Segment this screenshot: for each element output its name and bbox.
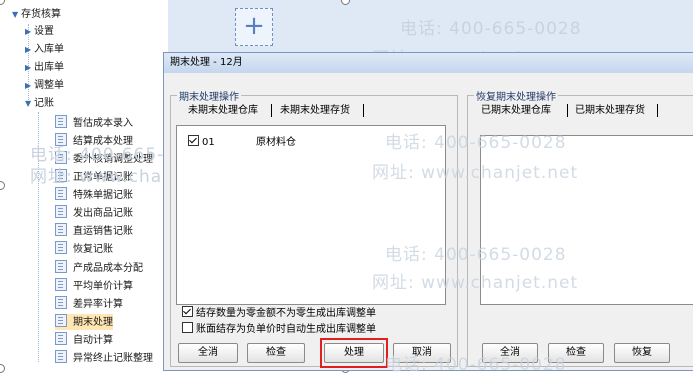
tree-item-shipped-goods-posting[interactable]: 发出商品记账 xyxy=(55,205,133,221)
tree-item-label: 期末处理 xyxy=(73,317,113,328)
tab-processed-items[interactable]: 已期末处理存货 xyxy=(571,103,649,118)
tree-node-adjustments[interactable]: ▶ 调整单 xyxy=(25,78,64,94)
document-icon xyxy=(55,332,67,345)
watermark-phone: 电话: 400-665-0028 xyxy=(385,133,567,153)
deselect-all-button[interactable]: 全消 xyxy=(178,343,238,363)
option-zero-qty-checkbox[interactable] xyxy=(182,306,193,317)
tree-item-abnormal-posting-cleanup[interactable]: 异常终止记账整理 xyxy=(55,350,153,366)
tab-unprocessed-warehouses[interactable]: 未期末处理仓库 xyxy=(184,103,262,118)
tree-item-product-cost-allocation[interactable]: 产成品成本分配 xyxy=(55,260,143,276)
document-icon xyxy=(55,187,67,200)
option-zero-qty[interactable]: 结存数量为零金额不为零生成出库调整单 xyxy=(178,306,380,321)
watermark-site: 网址: www.chanjet.net xyxy=(372,273,579,293)
warehouse-name: 原材料仓 xyxy=(256,137,296,148)
restore-button[interactable]: 恢复 xyxy=(614,343,670,363)
tree-node-label: 出库单 xyxy=(34,62,64,73)
document-icon xyxy=(55,314,67,327)
period-end-dialog: 期末处理 - 12月 期末处理操作 未期末处理仓库 未期末处理存货 01 原材料… xyxy=(163,52,693,371)
tab-divider xyxy=(567,104,568,117)
expand-icon[interactable]: ▶ xyxy=(25,78,34,94)
tree-node-label: 记账 xyxy=(34,98,54,109)
tab-unprocessed-items[interactable]: 未期末处理存货 xyxy=(276,103,354,118)
tree-item-direct-sales-posting[interactable]: 直运销售记账 xyxy=(55,223,133,239)
add-icon[interactable]: + xyxy=(235,8,273,46)
document-icon xyxy=(55,223,67,236)
tree-node-label: 调整单 xyxy=(34,80,64,91)
option-negative-price[interactable]: 账面结存为负单价时自动生成出库调整单 xyxy=(178,322,380,337)
tree-node-label: 存货核算 xyxy=(21,9,61,20)
tree-item-label: 特殊单据记账 xyxy=(73,190,133,201)
tree-node-issues[interactable]: ▶ 出库单 xyxy=(25,60,64,76)
group-label: 恢复期末处理操作 xyxy=(474,88,558,103)
option-negative-price-checkbox[interactable] xyxy=(182,322,193,333)
tree-node-posting[interactable]: ▼ 记账 xyxy=(25,96,54,112)
tree-item-label: 自动计算 xyxy=(73,335,113,346)
tree-item-label: 发出商品记账 xyxy=(73,208,133,219)
option-label: 结存数量为零金额不为零生成出库调整单 xyxy=(196,308,376,319)
tree-item-restore-posting[interactable]: 恢复记账 xyxy=(55,241,113,257)
tree-item-special-posting[interactable]: 特殊单据记账 xyxy=(55,187,133,203)
tree-item-auto-calculation[interactable]: 自动计算 xyxy=(55,332,113,348)
expand-icon[interactable]: ▶ xyxy=(25,42,34,58)
document-icon xyxy=(55,241,67,254)
tab-processed-warehouses[interactable]: 已期末处理仓库 xyxy=(477,103,555,118)
document-icon xyxy=(55,350,67,363)
watermark-phone: 电话: 400-665-0028 xyxy=(385,245,567,265)
tree-item-label: 差异率计算 xyxy=(73,299,123,310)
tree-item-average-price-calc[interactable]: 平均单价计算 xyxy=(55,278,133,294)
tree-item-variance-rate-calc[interactable]: 差异率计算 xyxy=(55,296,123,312)
tree-node-inventory-accounting[interactable]: ▼ 存货核算 xyxy=(12,7,61,23)
dialog-title: 期末处理 - 12月 xyxy=(164,53,693,73)
tree-node-settings[interactable]: ▶ 设置 xyxy=(25,24,54,40)
collapse-icon[interactable]: ▼ xyxy=(25,96,34,112)
warehouse-checkbox[interactable] xyxy=(188,135,199,146)
watermark-phone: 电话: 400-665-0028 xyxy=(400,19,582,39)
tree-item-label: 平均单价计算 xyxy=(73,281,133,292)
check-button[interactable]: 检查 xyxy=(247,343,305,363)
document-icon xyxy=(55,115,67,128)
watermark-phone: 电话: 400-665-0028 xyxy=(385,355,567,375)
expand-icon[interactable]: ▶ xyxy=(25,60,34,76)
tree-item-label: 暂估成本录入 xyxy=(73,118,133,129)
group-label: 期末处理操作 xyxy=(177,88,241,103)
tree-node-label: 入库单 xyxy=(34,44,64,55)
option-label: 账面结存为负单价时自动生成出库调整单 xyxy=(196,324,376,335)
highlight-box xyxy=(320,338,388,368)
document-icon xyxy=(55,205,67,218)
expand-icon[interactable]: ▶ xyxy=(25,24,34,40)
tree-item-period-end-processing[interactable]: 期末处理 xyxy=(55,314,113,330)
warehouse-row-01[interactable]: 01 xyxy=(184,135,219,150)
document-icon xyxy=(55,260,67,273)
watermark-site: 网址: www.chanjet.net xyxy=(372,163,579,183)
collapse-icon[interactable]: ▼ xyxy=(12,7,21,23)
document-icon xyxy=(55,296,67,309)
tree-item-label: 恢复记账 xyxy=(73,244,113,255)
tab-divider xyxy=(657,104,658,117)
document-icon xyxy=(55,278,67,291)
tab-divider xyxy=(271,104,272,117)
warehouse-code: 01 xyxy=(202,137,215,148)
tab-divider xyxy=(363,104,364,117)
tree-item-label: 异常终止记账整理 xyxy=(73,353,153,364)
tree-node-receipts[interactable]: ▶ 入库单 xyxy=(25,42,64,58)
tree-item-label: 直运销售记账 xyxy=(73,226,133,237)
tree-item-label: 产成品成本分配 xyxy=(73,263,143,274)
tree-node-label: 设置 xyxy=(34,26,54,37)
tree-item-provisional-cost-entry[interactable]: 暂估成本录入 xyxy=(55,115,133,131)
